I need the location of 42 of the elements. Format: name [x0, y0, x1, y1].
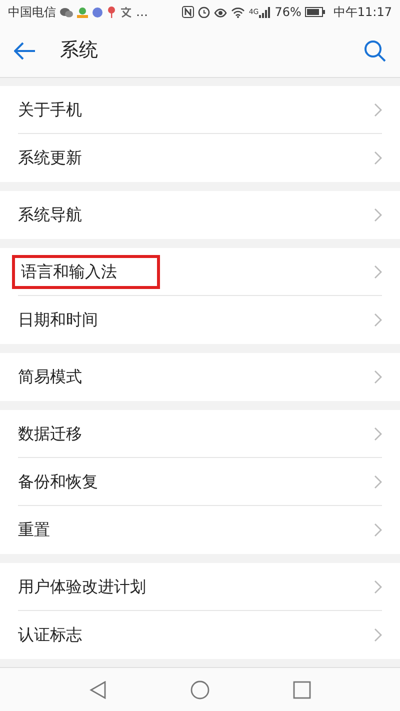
search-icon[interactable]: [364, 40, 386, 62]
clock-time: 中午11:17: [333, 4, 392, 21]
chevron-right-icon: [374, 313, 382, 327]
chevron-right-icon: [374, 264, 382, 278]
home-nav-icon[interactable]: [190, 680, 210, 700]
chevron-right-icon: [374, 208, 382, 222]
highlighted-item-label[interactable]: 语言和输入法: [12, 254, 160, 288]
item-label[interactable]: 数据迁移: [18, 422, 82, 446]
eye-icon: [214, 6, 227, 18]
chevron-right-icon: [374, 102, 382, 116]
item-label[interactable]: 日期和时间: [18, 308, 98, 332]
page-title: 系统: [60, 38, 99, 64]
item-label[interactable]: 简易模式: [18, 365, 82, 389]
item-label[interactable]: 备份和恢复: [18, 470, 98, 494]
item-label[interactable]: 重置: [18, 518, 50, 542]
signal-icon: [258, 6, 271, 18]
translate-icon: [120, 6, 132, 18]
chat-icon: [60, 6, 73, 18]
carrier-name: 中国电信: [8, 4, 56, 21]
item-label[interactable]: 关于手机: [18, 98, 82, 122]
chevron-right-icon: [374, 474, 382, 488]
chevron-right-icon: [374, 151, 382, 165]
item-label[interactable]: 用户体验改进计划: [18, 574, 146, 598]
wifi-icon: [230, 6, 245, 18]
battery-icon: [305, 7, 326, 17]
chevron-right-icon: [374, 523, 382, 537]
chevron-right-icon: [374, 628, 382, 642]
chevron-right-icon: [374, 580, 382, 594]
nfc-icon: [182, 6, 194, 18]
battery-percent: 76%: [274, 4, 302, 21]
map-pin-icon: [107, 6, 116, 18]
back-arrow-icon[interactable]: [14, 42, 36, 60]
chevron-right-icon: [374, 426, 382, 440]
app-icon: [92, 6, 103, 18]
chevron-right-icon: [374, 370, 382, 384]
back-nav-icon[interactable]: [89, 680, 108, 698]
item-label[interactable]: 系统导航: [18, 203, 82, 227]
item-label[interactable]: 认证标志: [18, 623, 82, 647]
app-icon: [77, 6, 88, 18]
more-notifications: …: [136, 4, 148, 21]
item-label[interactable]: 系统更新: [18, 146, 82, 170]
recents-nav-icon[interactable]: [292, 680, 311, 698]
